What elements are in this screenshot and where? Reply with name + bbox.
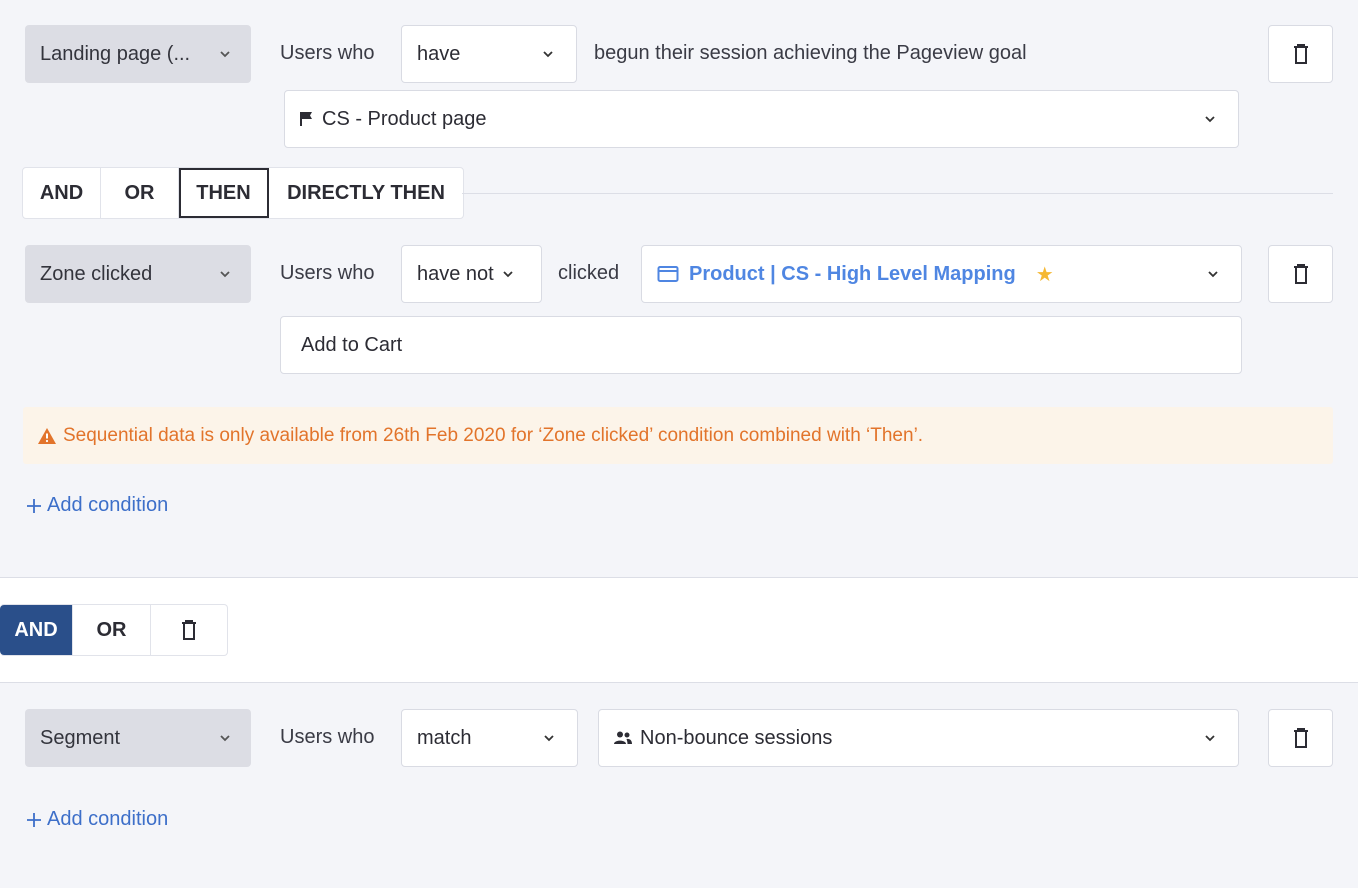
zone-mapping-value: Product | CS - High Level Mapping	[689, 262, 1016, 285]
segment-select[interactable]: Non-bounce sessions	[598, 709, 1239, 767]
trash-icon	[1293, 728, 1308, 748]
condition-type-label: Segment	[40, 726, 121, 749]
chevron-down-icon	[1202, 111, 1218, 127]
verb-select[interactable]: have	[401, 25, 577, 83]
users-who-label: Users who	[280, 262, 375, 284]
users-who-label: Users who	[280, 42, 375, 64]
users-who-label: Users who	[280, 726, 375, 748]
star-icon: ★	[1035, 263, 1054, 286]
zone-mapping-select[interactable]: Product | CS - High Level Mapping ★	[641, 245, 1242, 303]
condition-type-label: Landing page (...	[40, 42, 191, 65]
condition-group-1: Landing page (... Users who have begun t…	[0, 0, 1358, 578]
group-operator-and-button[interactable]: AND	[0, 605, 73, 655]
condition-group-2: Segment Users who match Non-bounce sessi…	[0, 682, 1358, 888]
users-icon	[614, 731, 632, 744]
trash-icon	[182, 620, 196, 640]
goal-select-value: CS - Product page	[322, 107, 487, 130]
plus-icon	[27, 498, 41, 513]
window-icon	[657, 266, 679, 282]
chevron-down-icon	[541, 730, 557, 746]
operator-then-button[interactable]: THEN	[179, 168, 269, 218]
divider	[462, 193, 1333, 194]
segment-select-value: Non-bounce sessions	[640, 726, 833, 749]
condition-type-label: Zone clicked	[40, 262, 153, 285]
goal-select[interactable]: CS - Product page	[284, 90, 1239, 148]
condition-type-select[interactable]: Segment	[25, 709, 251, 767]
trash-icon	[1293, 264, 1308, 284]
trash-icon	[1293, 44, 1308, 64]
warning-text: Sequential data is only available from 2…	[63, 424, 924, 446]
group-operator-or-button[interactable]: OR	[73, 605, 151, 655]
chevron-down-icon	[1202, 730, 1218, 746]
operator-directly-then-button[interactable]: DIRECTLY THEN	[269, 168, 463, 218]
chevron-down-icon	[217, 730, 233, 746]
verb-select[interactable]: match	[401, 709, 578, 767]
sequential-data-warning: Sequential data is only available from 2…	[23, 407, 1333, 464]
verb-select-value: have not	[417, 262, 494, 285]
delete-condition-button[interactable]	[1268, 245, 1333, 303]
zone-input[interactable]: Add to Cart	[280, 316, 1242, 374]
add-condition-link[interactable]: Add condition	[25, 808, 168, 831]
plus-icon	[27, 812, 41, 827]
add-condition-label: Add condition	[47, 808, 169, 830]
delete-group-button[interactable]	[151, 605, 227, 655]
condition-type-select[interactable]: Zone clicked	[25, 245, 251, 303]
chevron-down-icon	[217, 46, 233, 62]
chevron-down-icon	[500, 266, 516, 282]
chevron-down-icon	[540, 46, 556, 62]
group-operator-toggle: AND OR	[0, 604, 228, 656]
zone-input-value: Add to Cart	[301, 333, 403, 356]
delete-condition-button[interactable]	[1268, 25, 1333, 83]
delete-condition-button[interactable]	[1268, 709, 1333, 767]
sequence-operator-toggle: AND OR THEN DIRECTLY THEN	[22, 167, 464, 219]
verb-select-value: have	[417, 42, 461, 65]
chevron-down-icon	[1205, 266, 1221, 282]
condition-type-select[interactable]: Landing page (...	[25, 25, 251, 83]
clicked-label: clicked	[558, 262, 620, 284]
condition-description: begun their session achieving the Pagevi…	[594, 42, 1027, 64]
verb-select-value: match	[417, 726, 472, 749]
add-condition-label: Add condition	[47, 494, 169, 516]
add-condition-link[interactable]: Add condition	[25, 494, 168, 517]
operator-or-button[interactable]: OR	[101, 168, 179, 218]
verb-select[interactable]: have not	[401, 245, 542, 303]
warning-icon	[38, 427, 56, 444]
operator-and-button[interactable]: AND	[23, 168, 101, 218]
flag-icon	[300, 112, 312, 126]
chevron-down-icon	[217, 266, 233, 282]
